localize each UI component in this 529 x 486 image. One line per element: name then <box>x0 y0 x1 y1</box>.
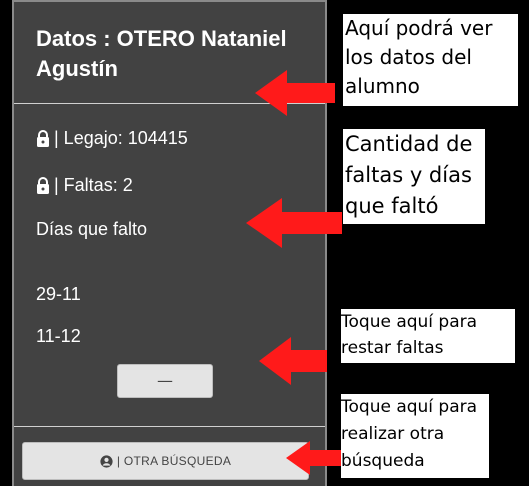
legajo-text: | Legajo: 104415 <box>54 128 188 148</box>
lock-icon <box>37 176 49 194</box>
note-student-data: Aquí podrá ver los datos del alumno <box>343 14 518 106</box>
new-search-button[interactable]: | OTRA BÚSQUEDA <box>22 442 309 480</box>
subtract-fault-button[interactable]: — <box>117 364 213 398</box>
absence-date: 29-11 <box>36 284 81 304</box>
note-subtract: Toque aquí para restar faltas <box>341 309 515 363</box>
new-search-label: | OTRA BÚSQUEDA <box>116 454 232 468</box>
arrow-left-icon <box>255 70 335 116</box>
faltas-row: | Faltas: 2 <box>36 174 133 196</box>
lock-icon <box>37 129 49 147</box>
note-absence-count: Cantidad de faltas y días que faltó <box>343 129 485 224</box>
footer-divider <box>14 426 325 427</box>
absence-date: 11-12 <box>36 326 81 346</box>
arrow-left-icon <box>259 337 327 385</box>
dias-label: Días que falto <box>36 219 148 239</box>
note-new-search: Toque aquí para realizar otra búsqueda <box>341 394 489 478</box>
arrow-left-icon <box>286 441 342 475</box>
arrow-left-icon <box>246 198 342 248</box>
faltas-text: | Faltas: 2 <box>54 175 133 195</box>
user-circle-icon <box>100 454 113 468</box>
legajo-row: | Legajo: 104415 <box>36 127 188 149</box>
